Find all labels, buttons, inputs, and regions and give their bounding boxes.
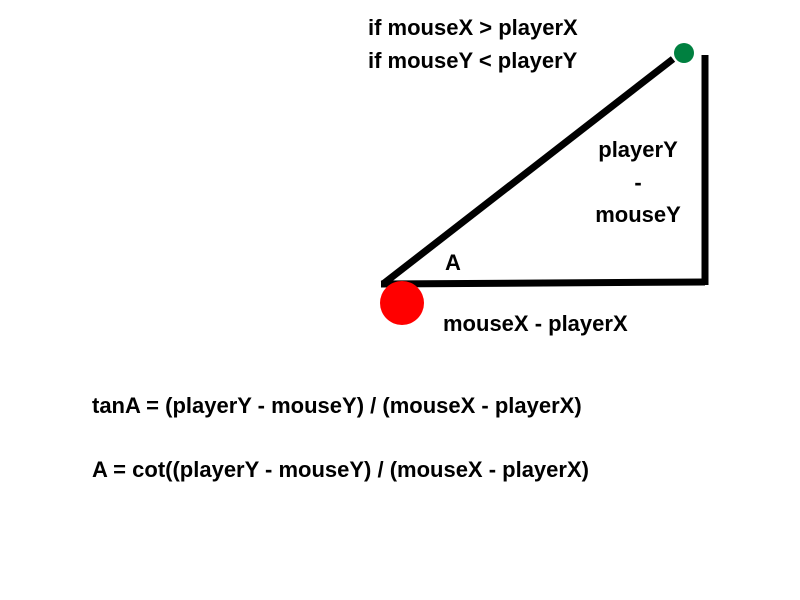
angle-label: A xyxy=(445,250,461,275)
condition-mousey: if mouseY < playerY xyxy=(368,48,578,73)
base-line xyxy=(380,278,706,288)
tan-formula: tanA = (playerY - mouseY) / (mouseX - pl… xyxy=(92,393,582,418)
condition-mousex: if mouseX > playerX xyxy=(368,15,578,40)
vertical-side-label-minus: - xyxy=(634,170,642,195)
triangle-diagram xyxy=(380,43,709,325)
player-dot xyxy=(380,281,424,325)
vertical-side-label-top: playerY xyxy=(598,137,678,162)
horizontal-side-label: mouseX - playerX xyxy=(443,311,628,336)
mouse-dot xyxy=(674,43,694,63)
angle-formula: A = cot((playerY - mouseY) / (mouseX - p… xyxy=(92,457,589,482)
vertical-side-label-bottom: mouseY xyxy=(595,202,681,227)
